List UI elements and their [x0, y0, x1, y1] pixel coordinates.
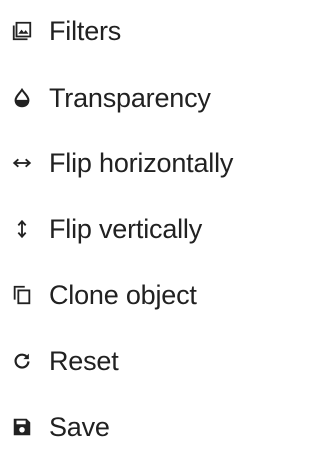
- filters-icon: [9, 18, 35, 44]
- menu-item-flip-horizontally[interactable]: Flip horizontally: [0, 141, 270, 185]
- menu-item-save[interactable]: Save: [0, 405, 270, 449]
- menu-item-label: Flip vertically: [49, 213, 203, 244]
- menu-item-label: Reset: [49, 345, 119, 376]
- transparency-droplet-icon: [9, 85, 35, 111]
- menu-item-clone-object[interactable]: Clone object: [0, 273, 270, 317]
- menu-item-filters[interactable]: Filters: [0, 9, 270, 53]
- reset-icon: [9, 348, 35, 374]
- menu-item-flip-vertically[interactable]: Flip vertically: [0, 207, 270, 251]
- save-icon: [9, 414, 35, 440]
- clone-icon: [9, 282, 35, 308]
- flip-vertical-arrows-icon: [9, 216, 35, 242]
- context-menu: Filters Transparency Flip horizontally F…: [0, 0, 270, 441]
- menu-item-label: Save: [49, 411, 110, 442]
- menu-item-transparency[interactable]: Transparency: [0, 76, 270, 120]
- menu-item-reset[interactable]: Reset: [0, 339, 270, 383]
- menu-item-label: Flip horizontally: [49, 147, 234, 178]
- menu-item-label: Filters: [49, 15, 122, 46]
- menu-item-label: Clone object: [49, 279, 197, 310]
- flip-horizontal-arrows-icon: [9, 150, 35, 176]
- menu-item-label: Transparency: [49, 82, 211, 113]
